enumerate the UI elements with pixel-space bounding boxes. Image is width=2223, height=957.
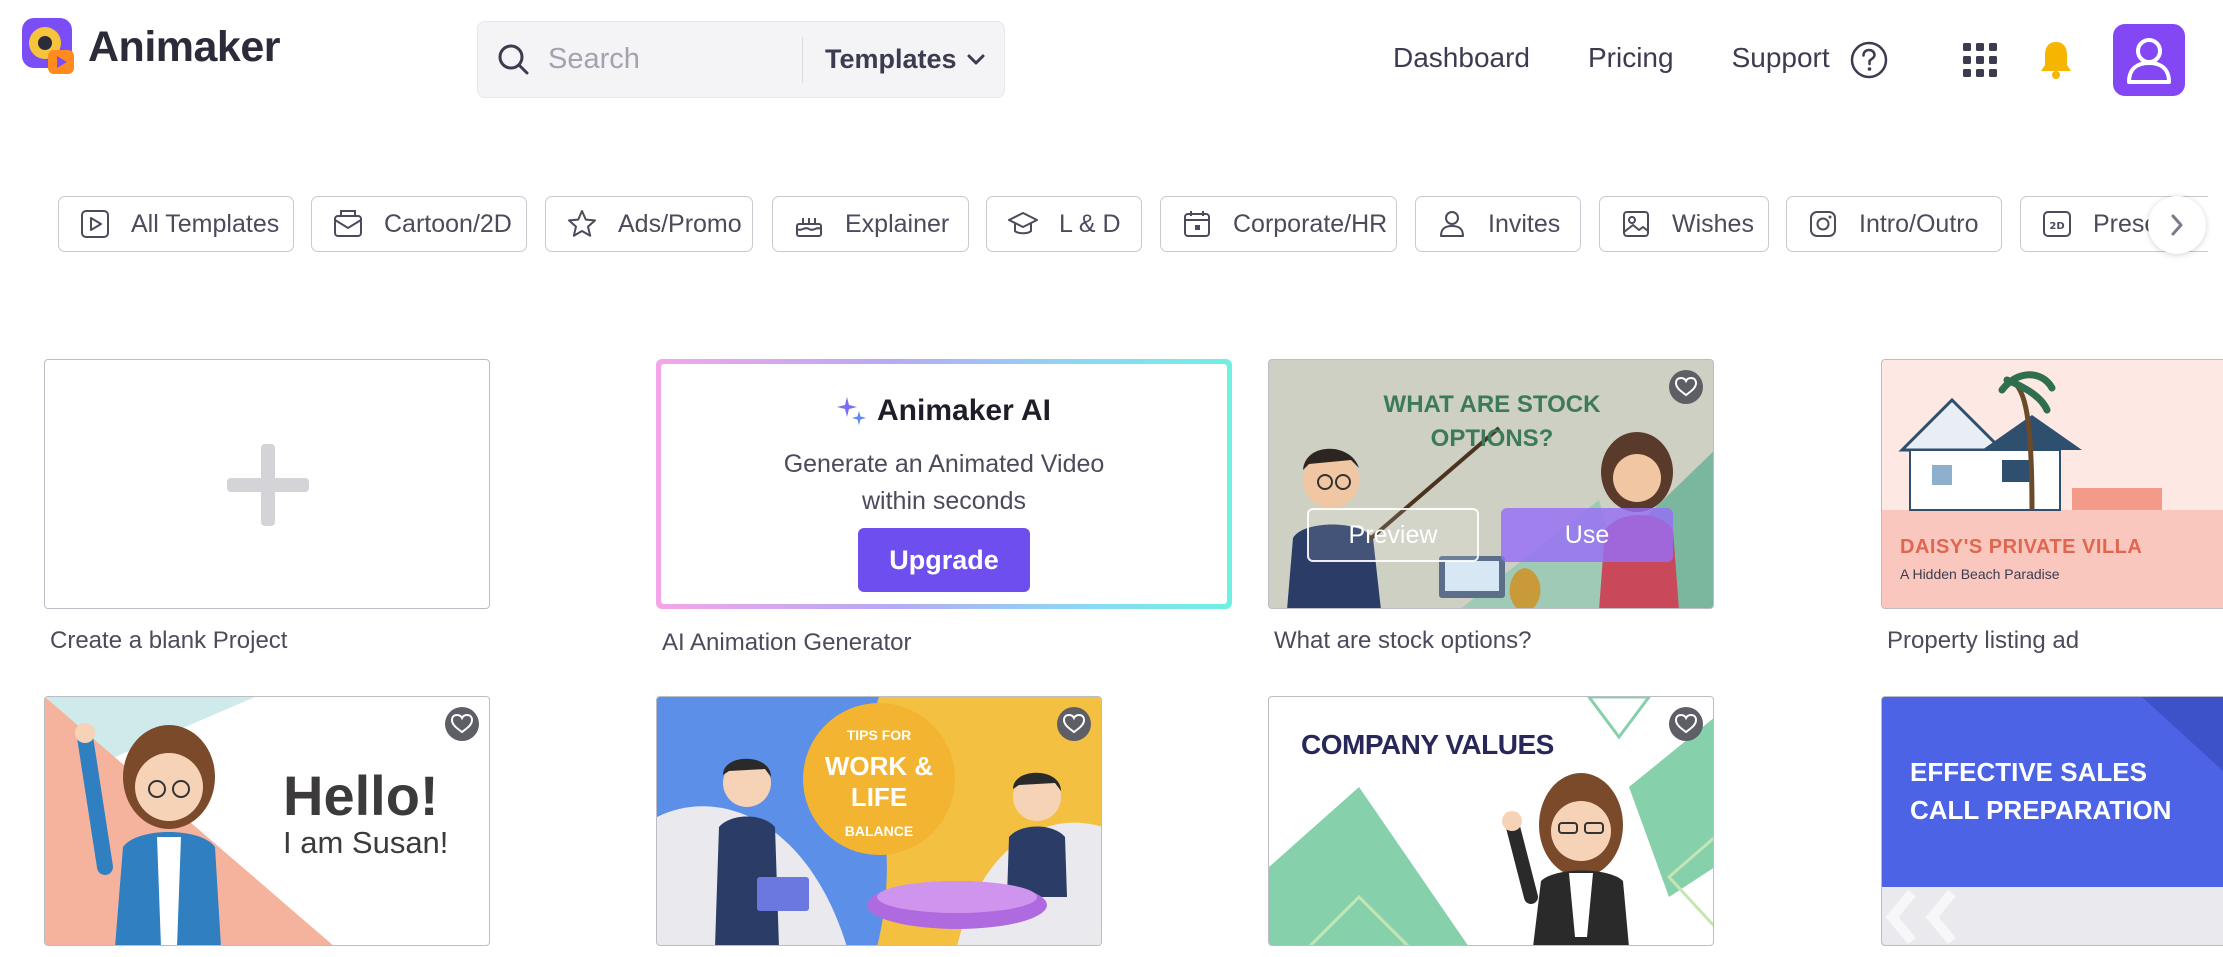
instagram-icon <box>1810 211 1836 237</box>
cartoon-icon <box>334 210 362 237</box>
card-title: Property listing ad <box>1887 627 2080 654</box>
villa-heading: DAISY'S PRIVATE VILLA <box>1900 536 2143 558</box>
chips-scroll-right-button[interactable] <box>2148 196 2206 254</box>
ai-promo-box: Animaker AI Generate an Animated Video w… <box>656 359 1232 609</box>
animaker-logo-icon <box>18 16 80 78</box>
ai-heading: Animaker AI <box>877 394 1051 427</box>
chip-ads-promo[interactable]: Ads/Promo <box>545 196 753 252</box>
graduation-cap-icon <box>1008 212 1038 235</box>
use-button[interactable]: Use <box>1501 508 1673 562</box>
2d-badge-text: 2D <box>2049 221 2064 232</box>
chip-invites[interactable]: Invites <box>1415 196 1581 252</box>
blank-thumbnail[interactable] <box>44 359 490 609</box>
heart-icon <box>451 714 473 734</box>
chip-l-and-d[interactable]: L & D <box>986 196 1142 252</box>
chip-cartoon-2d[interactable]: Cartoon/2D <box>311 196 527 252</box>
values-heading: COMPANY VALUES <box>1301 729 1554 760</box>
calendar-icon <box>1184 211 1210 237</box>
help-icon[interactable] <box>1848 39 1890 81</box>
chip-label: Explainer <box>845 209 950 238</box>
category-chip-bar: All Templates Cartoon/2D Ads/Promo Expla… <box>58 196 2208 252</box>
worklife-text: TIPS FOR WORK & LIFE BALANCE <box>803 727 955 839</box>
star-icon <box>568 210 596 237</box>
chip-corporate-hr[interactable]: Corporate/HR <box>1160 196 1397 252</box>
search-type-label: Templates <box>825 44 957 74</box>
worklife-thumbnail[interactable]: TIPS FOR WORK & LIFE BALANCE <box>656 696 1102 946</box>
sales-heading: EFFECTIVE SALES CALL PREPARATION <box>1910 753 2171 829</box>
heart-icon <box>1675 714 1697 734</box>
person-icon <box>1440 211 1464 237</box>
nav-dashboard[interactable]: Dashboard <box>1393 36 1530 80</box>
worklife-top: TIPS FOR <box>846 727 912 743</box>
apps-grid-icon[interactable] <box>1960 40 2000 80</box>
image-icon <box>1623 211 1649 237</box>
preview-button[interactable]: Preview <box>1307 508 1479 562</box>
chip-label: Wishes <box>1672 209 1754 238</box>
heart-icon <box>1063 714 1085 734</box>
chip-explainer[interactable]: Explainer <box>772 196 969 252</box>
sales-heading-line1: EFFECTIVE SALES <box>1910 757 2147 787</box>
worklife-bottom: BALANCE <box>844 823 914 839</box>
hello-text: Hello! <box>283 764 439 827</box>
chip-label: Invites <box>1488 209 1561 238</box>
chip-intro-outro[interactable]: Intro/Outro <box>1786 196 2002 252</box>
search-type-dropdown[interactable]: Templates <box>825 44 985 75</box>
worklife-main: WORK & LIFE <box>803 751 955 813</box>
upgrade-button[interactable]: Upgrade <box>858 528 1030 592</box>
search-divider <box>802 36 803 83</box>
values-thumbnail[interactable]: COMPANY VALUES <box>1268 696 1714 946</box>
heart-icon <box>1675 377 1697 397</box>
chip-wishes[interactable]: Wishes <box>1599 196 1769 252</box>
ai-description: Generate an Animated Video within second… <box>764 446 1124 520</box>
chip-label: L & D <box>1059 209 1121 238</box>
top-nav: Dashboard Pricing Support <box>1393 36 1888 80</box>
card-title: AI Animation Generator <box>662 629 912 656</box>
stock-thumbnail[interactable]: WHAT ARE STOCK OPTIONS? Preview Use <box>1268 359 1714 609</box>
hello-thumbnail[interactable]: Hello! I am Susan! <box>44 696 490 946</box>
plus-icon <box>227 444 309 526</box>
hello-subtext: I am Susan! <box>283 825 449 860</box>
nav-support[interactable]: Support <box>1732 36 1830 80</box>
search-input[interactable] <box>548 43 798 76</box>
chip-label: All Templates <box>131 209 280 238</box>
ai-desc-line1: Generate an Animated Video <box>783 450 1105 478</box>
cake-icon <box>796 218 822 237</box>
card-title: Create a blank Project <box>50 627 288 654</box>
sales-heading-line2: CALL PREPARATION <box>1910 795 2172 825</box>
favorite-button[interactable] <box>1669 707 1703 741</box>
chip-label: Ads/Promo <box>618 209 742 238</box>
chip-label: Cartoon/2D <box>384 209 512 238</box>
chip-all-templates[interactable]: All Templates <box>58 196 294 252</box>
card-title: What are stock options? <box>1274 627 1532 654</box>
sales-thumbnail[interactable]: EFFECTIVE SALES CALL PREPARATION <box>1881 696 2223 946</box>
stock-heading-line2: OPTIONS? <box>1430 425 1554 452</box>
search-icon[interactable] <box>494 40 534 80</box>
logo-text: Animaker <box>88 22 280 71</box>
worklife-word-work: WORK <box>824 751 908 781</box>
chevron-down-icon <box>967 54 985 64</box>
chevron-right-icon <box>2171 214 2183 236</box>
villa-thumbnail[interactable]: DAISY'S PRIVATE VILLA A Hidden Beach Par… <box>1881 359 2223 609</box>
user-avatar[interactable] <box>2113 24 2185 96</box>
stock-heading-line1: WHAT ARE STOCK <box>1383 391 1601 418</box>
stock-heading: WHAT ARE STOCK OPTIONS? <box>1269 388 1713 456</box>
worklife-ampersand: & <box>914 751 934 781</box>
logo[interactable]: Animaker <box>18 16 280 78</box>
user-icon <box>2127 38 2171 84</box>
chip-label: Intro/Outro <box>1859 209 1979 238</box>
play-icon <box>81 210 109 238</box>
favorite-button[interactable] <box>1669 370 1703 404</box>
chip-label: Corporate/HR <box>1233 209 1388 238</box>
nav-pricing[interactable]: Pricing <box>1588 36 1674 80</box>
ai-desc-line2: within seconds <box>862 487 1026 515</box>
sparkle-icon <box>837 397 867 425</box>
worklife-word-life: LIFE <box>850 782 908 812</box>
bell-icon[interactable] <box>2036 38 2076 82</box>
villa-subheading: A Hidden Beach Paradise <box>1900 566 2060 582</box>
search-bar: Templates <box>477 21 1005 98</box>
favorite-button[interactable] <box>1057 707 1091 741</box>
favorite-button[interactable] <box>445 707 479 741</box>
2d-icon: 2D <box>2043 211 2071 237</box>
